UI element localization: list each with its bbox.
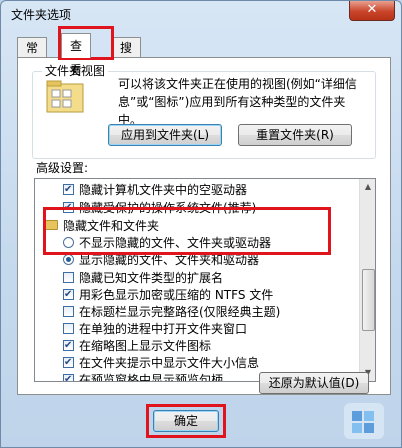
watermark-logo [344, 403, 384, 439]
scroll-up-arrow-icon[interactable]: ▲ [360, 179, 375, 195]
advanced-settings-label: 高级设置: [36, 161, 89, 175]
checkbox[interactable] [63, 200, 74, 216]
reset-folders-button[interactable]: 重置文件夹(R) [238, 124, 352, 146]
scroll-thumb[interactable] [362, 269, 375, 331]
list-item-label: 在缩略图上显示文件图标 [79, 339, 212, 353]
window-title: 文件夹选项 [11, 8, 72, 22]
folder-views-description: 可以将该文件夹正在使用的视图(例如“详细信息”或“图标”)应用到所有这种类型的文… [118, 77, 357, 127]
radio-button[interactable] [63, 237, 74, 248]
close-button[interactable]: ✕ [349, 1, 395, 21]
checkbox[interactable] [63, 338, 74, 354]
view-tab-panel: 文件夹视图 可以将该文件夹正在使用的视图(例如“详细信息”或“图标”)应用到所有… [17, 57, 391, 395]
list-item-label: 在标题栏显示完整路径(仅限经典主题) [79, 305, 281, 319]
list-item-label: 隐藏计算机文件夹中的空驱动器 [79, 183, 248, 197]
checkbox[interactable] [63, 182, 74, 198]
title-bar: 文件夹选项 ✕ [1, 1, 401, 27]
ok-button[interactable]: 确定 [153, 410, 219, 432]
folder-options-window: 文件夹选项 ✕ 常规 查看 搜索 文件夹视图 可以将该文件夹正在使用的视图(例如… [0, 0, 402, 448]
checkbox[interactable] [63, 372, 74, 381]
list-item-label: 不显示隐藏的文件、文件夹或驱动器 [79, 236, 272, 250]
list-item-label: 用彩色显示加密或压缩的 NTFS 文件 [79, 288, 274, 302]
radio-button[interactable] [63, 254, 74, 265]
vertical-scrollbar[interactable]: ▲ ▼ [359, 179, 375, 381]
apply-to-folders-button[interactable]: 应用到文件夹(L) [108, 124, 222, 146]
folder-view-icon [46, 80, 84, 113]
checkbox[interactable] [63, 323, 74, 334]
checkbox[interactable] [63, 355, 74, 371]
advanced-settings-list[interactable]: 隐藏计算机文件夹中的空驱动器 隐藏受保护的操作系统文件(推荐) 隐藏文件和文件夹… [34, 178, 376, 382]
tab-general[interactable]: 常规 [17, 37, 48, 75]
tab-view[interactable]: 查看 [61, 33, 92, 77]
checkbox[interactable] [63, 287, 74, 303]
list-item-label: 隐藏受保护的操作系统文件(推荐) [79, 201, 257, 215]
tab-search[interactable]: 搜索 [111, 37, 142, 75]
list-item-label: 隐藏已知文件类型的扩展名 [79, 271, 224, 285]
list-item-label: 显示隐藏的文件、文件夹和驱动器 [79, 253, 260, 267]
list-item-label: 在预览窗格中显示预览句柄 [79, 373, 224, 382]
checkbox[interactable] [63, 306, 74, 317]
restore-defaults-button[interactable]: 还原为默认值(D) [259, 372, 369, 394]
folder-icon [45, 220, 58, 230]
list-item-label: 在单独的进程中打开文件夹窗口 [79, 322, 248, 336]
checkbox[interactable] [63, 272, 74, 283]
list-item-label: 在文件夹提示中显示文件大小信息 [79, 356, 260, 370]
list-item-label: 隐藏文件和文件夹 [63, 219, 160, 233]
